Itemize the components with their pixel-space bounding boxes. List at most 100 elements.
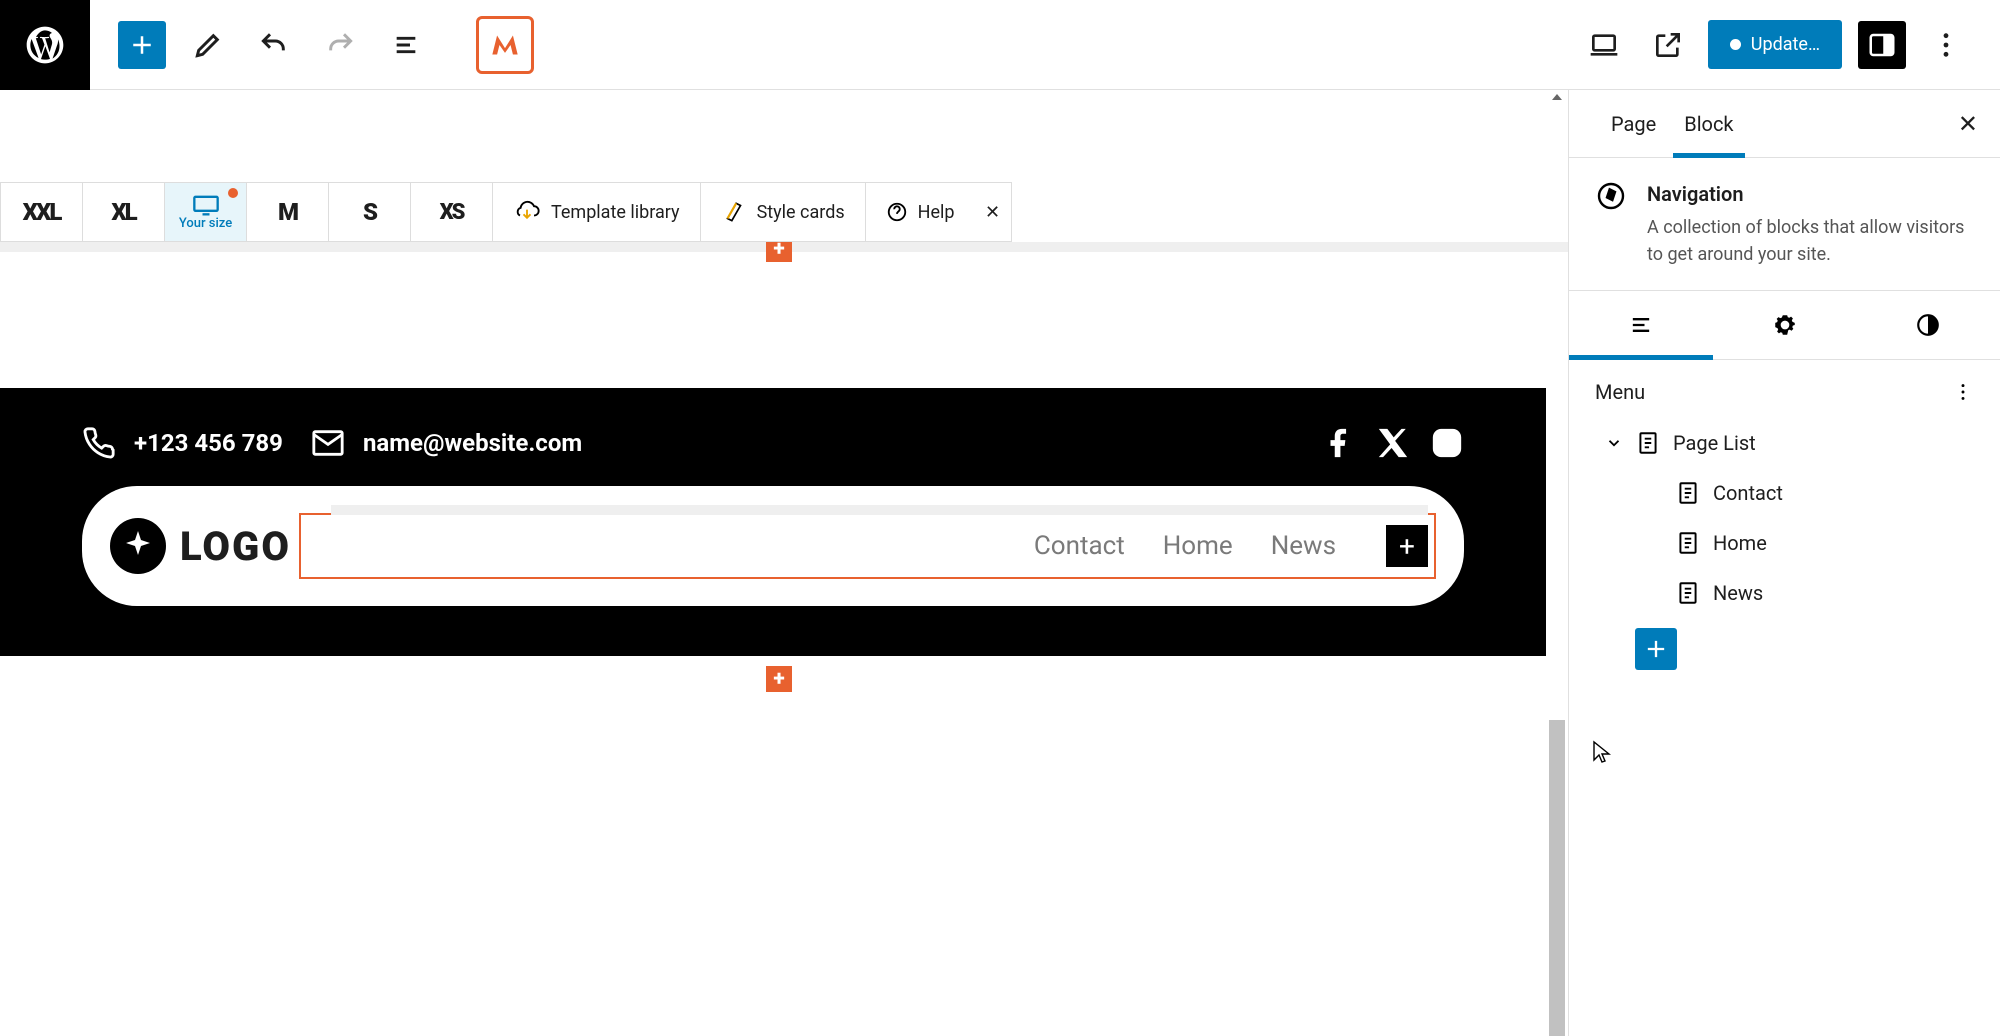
redo-button[interactable] bbox=[316, 21, 364, 69]
preview-desktop-button[interactable] bbox=[1580, 21, 1628, 69]
facebook-icon[interactable] bbox=[1322, 426, 1356, 460]
scroll-up-icon[interactable] bbox=[1546, 90, 1568, 106]
viewport-xl[interactable]: XL bbox=[83, 183, 165, 241]
unsaved-dot-icon bbox=[1730, 39, 1741, 50]
viewport-l[interactable]: Your size bbox=[165, 183, 247, 241]
header-section: +123 456 789 name@website.com LOG bbox=[0, 388, 1546, 656]
nav-link-news[interactable]: News bbox=[1271, 531, 1336, 561]
viewport-s[interactable]: S bbox=[329, 183, 411, 241]
mode-tab-settings[interactable] bbox=[1713, 291, 1857, 359]
mode-tabs bbox=[1569, 290, 2000, 360]
redo-icon bbox=[324, 29, 356, 61]
tab-indicator bbox=[1673, 153, 1745, 158]
plus-icon bbox=[127, 30, 157, 60]
email-text: name@website.com bbox=[363, 429, 582, 457]
navigation-block-selected[interactable]: Contact Home News + bbox=[299, 513, 1436, 579]
close-sidebar-button[interactable]: ✕ bbox=[1958, 110, 1978, 138]
sidebar-tabs: Page Block ✕ bbox=[1569, 90, 2000, 158]
list-view-icon bbox=[1627, 311, 1655, 339]
add-block-button[interactable] bbox=[118, 21, 166, 69]
tree-item-news[interactable]: News bbox=[1595, 568, 1974, 618]
menu-section: Menu Page List Contact Home News bbox=[1569, 360, 2000, 690]
plus-icon bbox=[1642, 635, 1670, 663]
menu-header: Menu bbox=[1595, 380, 1974, 404]
block-info: Navigation A collection of blocks that a… bbox=[1569, 158, 2000, 290]
add-menu-item-button[interactable] bbox=[1635, 628, 1677, 670]
maxi-icon bbox=[486, 26, 524, 64]
undo-icon bbox=[258, 29, 290, 61]
top-toolbar: Update… bbox=[0, 0, 2000, 90]
viewport-xs[interactable]: XS bbox=[411, 183, 493, 241]
canvas: XXL XL Your size M S XS Template library bbox=[0, 90, 1568, 1036]
logo-text: LOGO bbox=[180, 523, 291, 570]
nav-link-home[interactable]: Home bbox=[1163, 531, 1233, 561]
monitor-icon bbox=[192, 194, 220, 216]
pages-icon bbox=[1635, 430, 1661, 456]
external-link-icon bbox=[1652, 29, 1684, 61]
viewport-m[interactable]: M bbox=[247, 183, 329, 241]
phone-text: +123 456 789 bbox=[134, 429, 283, 457]
close-icon: ✕ bbox=[985, 202, 1000, 223]
list-view-button[interactable] bbox=[382, 21, 430, 69]
toolbar-left-group bbox=[90, 16, 534, 74]
settings-panel-button[interactable] bbox=[1858, 21, 1906, 69]
contrast-icon bbox=[1915, 312, 1941, 338]
chevron-down-icon[interactable] bbox=[1605, 434, 1623, 452]
mode-tab-styles[interactable] bbox=[1856, 291, 2000, 359]
menu-label: Menu bbox=[1595, 380, 1645, 404]
tree-item-home[interactable]: Home bbox=[1595, 518, 1974, 568]
maxi-logo-button[interactable] bbox=[476, 16, 534, 74]
tree-item-contact[interactable]: Contact bbox=[1595, 468, 1974, 518]
tab-page[interactable]: Page bbox=[1597, 90, 1670, 157]
page-icon bbox=[1675, 480, 1701, 506]
update-label: Update… bbox=[1751, 34, 1820, 55]
page-icon bbox=[1675, 580, 1701, 606]
cloud-download-icon bbox=[513, 198, 541, 226]
update-button[interactable]: Update… bbox=[1708, 20, 1842, 69]
tree-page-list[interactable]: Page List bbox=[1595, 418, 1974, 468]
viewport-xxl[interactable]: XXL bbox=[1, 183, 83, 241]
pencil-icon bbox=[192, 29, 224, 61]
sidebar-panel-icon bbox=[1867, 30, 1897, 60]
canvas-scrollbar[interactable] bbox=[1546, 90, 1568, 1036]
toolbar-right-group: Update… bbox=[1580, 20, 2000, 69]
scroll-thumb[interactable] bbox=[1549, 720, 1565, 1036]
add-nav-item-button[interactable]: + bbox=[1386, 525, 1428, 567]
x-twitter-icon[interactable] bbox=[1376, 426, 1410, 460]
page-icon bbox=[1675, 530, 1701, 556]
laptop-icon bbox=[1588, 29, 1620, 61]
wordpress-icon bbox=[23, 23, 67, 67]
style-cards-icon bbox=[721, 199, 747, 225]
gear-icon bbox=[1772, 312, 1798, 338]
phone-item: +123 456 789 bbox=[82, 426, 283, 460]
logo-mark bbox=[110, 518, 166, 574]
mail-icon bbox=[311, 426, 345, 460]
edit-tool-button[interactable] bbox=[184, 21, 232, 69]
list-icon bbox=[390, 29, 422, 61]
settings-sidebar: Page Block ✕ Navigation A collection of … bbox=[1568, 90, 2000, 1036]
help-button[interactable]: Help bbox=[866, 183, 975, 241]
wordpress-logo[interactable] bbox=[0, 0, 90, 90]
site-logo: LOGO bbox=[110, 518, 291, 574]
menu-kebab-icon[interactable] bbox=[1952, 381, 1974, 403]
phone-icon bbox=[82, 426, 116, 460]
block-title: Navigation bbox=[1647, 182, 1974, 206]
tab-block[interactable]: Block bbox=[1670, 90, 1747, 157]
undo-button[interactable] bbox=[250, 21, 298, 69]
viewport-toolbar: XXL XL Your size M S XS Template library bbox=[0, 182, 1012, 242]
close-sub-toolbar[interactable]: ✕ bbox=[975, 183, 1011, 241]
social-icons bbox=[1322, 426, 1464, 460]
open-new-tab-button[interactable] bbox=[1644, 21, 1692, 69]
add-block-handle-bottom[interactable]: + bbox=[766, 666, 792, 692]
nav-bar: LOGO Contact Home News + bbox=[82, 486, 1464, 606]
instagram-icon[interactable] bbox=[1430, 426, 1464, 460]
style-cards-button[interactable]: Style cards bbox=[701, 183, 866, 241]
kebab-icon bbox=[1930, 29, 1962, 61]
compass-icon bbox=[1595, 180, 1627, 212]
mode-tab-list[interactable] bbox=[1569, 291, 1713, 359]
workspace: XXL XL Your size M S XS Template library bbox=[0, 90, 2000, 1036]
nav-link-contact[interactable]: Contact bbox=[1034, 531, 1125, 561]
email-item: name@website.com bbox=[311, 426, 582, 460]
options-menu-button[interactable] bbox=[1922, 21, 1970, 69]
template-library-button[interactable]: Template library bbox=[493, 183, 701, 241]
